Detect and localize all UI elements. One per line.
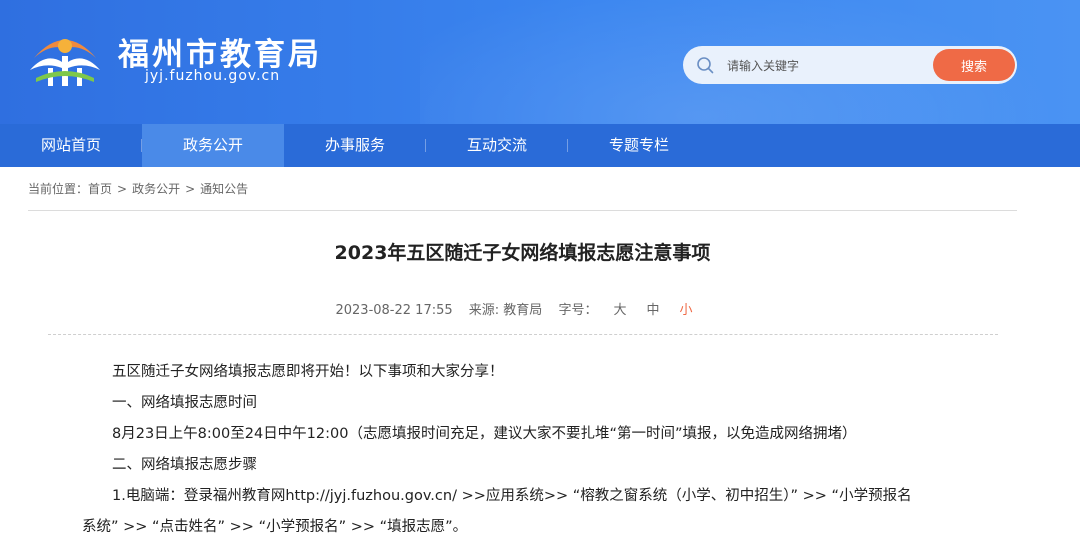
breadcrumb-government-affairs[interactable]: 政务公开 (132, 182, 180, 196)
site-domain: jyj.fuzhou.gov.cn (145, 68, 281, 84)
breadcrumb-separator: > (117, 182, 128, 196)
nav-item-government-affairs[interactable]: 政务公开 (142, 124, 284, 167)
site-header: 福州市教育局 jyj.fuzhou.gov.cn 搜索 (0, 0, 1080, 124)
font-size-large-button[interactable]: 大 (613, 303, 626, 318)
article-body: 五区随迁子女网络填报志愿即将开始！以下事项和大家分享！ 一、网络填报志愿时间 8… (82, 357, 982, 543)
search-button[interactable]: 搜索 (933, 49, 1015, 81)
article-step1-continued: 系统” >> “点击姓名” >> “小学预报名” >> “填报志愿”。 (82, 519, 468, 535)
article-meta: 2023-08-22 17:55 来源: 教育局 字号： 大 中 小 (0, 299, 1032, 318)
breadcrumb-prefix: 当前位置： (28, 182, 89, 196)
breadcrumb-home[interactable]: 首页 (88, 182, 112, 196)
font-size-label: 字号： (558, 303, 598, 318)
breadcrumb-separator: > (185, 182, 196, 196)
breadcrumb-notices[interactable]: 通知公告 (200, 182, 248, 196)
breadcrumb: 当前位置：首页 > 政务公开 > 通知公告 (28, 180, 248, 197)
nav-item-services[interactable]: 办事服务 (284, 124, 426, 167)
divider (28, 210, 1017, 211)
main-nav: 网站首页 政务公开 办事服务 互动交流 专题专栏 (0, 124, 1080, 167)
publish-date: 2023-08-22 17:55 (335, 303, 453, 318)
search-box: 搜索 (683, 46, 1017, 84)
search-input[interactable] (725, 54, 929, 78)
nav-item-interaction[interactable]: 互动交流 (426, 124, 568, 167)
article-paragraph: 五区随迁子女网络填报志愿即将开始！以下事项和大家分享！ (112, 364, 504, 380)
article-source: 来源: 教育局 (468, 303, 543, 318)
search-icon (697, 57, 714, 74)
article-title: 2023年五区随迁子女网络填报志愿注意事项 (334, 242, 711, 264)
font-size-small-button[interactable]: 小 (679, 303, 692, 318)
article-step1: 1.电脑端：登录福州教育网http://jyj.fuzhou.gov.cn/ >… (112, 488, 912, 504)
article-paragraph: 一、网络填报志愿时间 (112, 395, 257, 411)
nav-item-special-topics[interactable]: 专题专栏 (568, 124, 710, 167)
fuzhou-education-logo-icon[interactable] (26, 28, 104, 90)
dashed-divider (48, 334, 998, 335)
font-size-medium-button[interactable]: 中 (646, 303, 659, 318)
article-paragraph: 二、网络填报志愿步骤 (112, 457, 257, 473)
article-paragraph: 8月23日上午8:00至24日中午12:00（志愿填报时间充足，建议大家不要扎堆… (112, 426, 857, 442)
nav-item-home[interactable]: 网站首页 (0, 124, 142, 167)
